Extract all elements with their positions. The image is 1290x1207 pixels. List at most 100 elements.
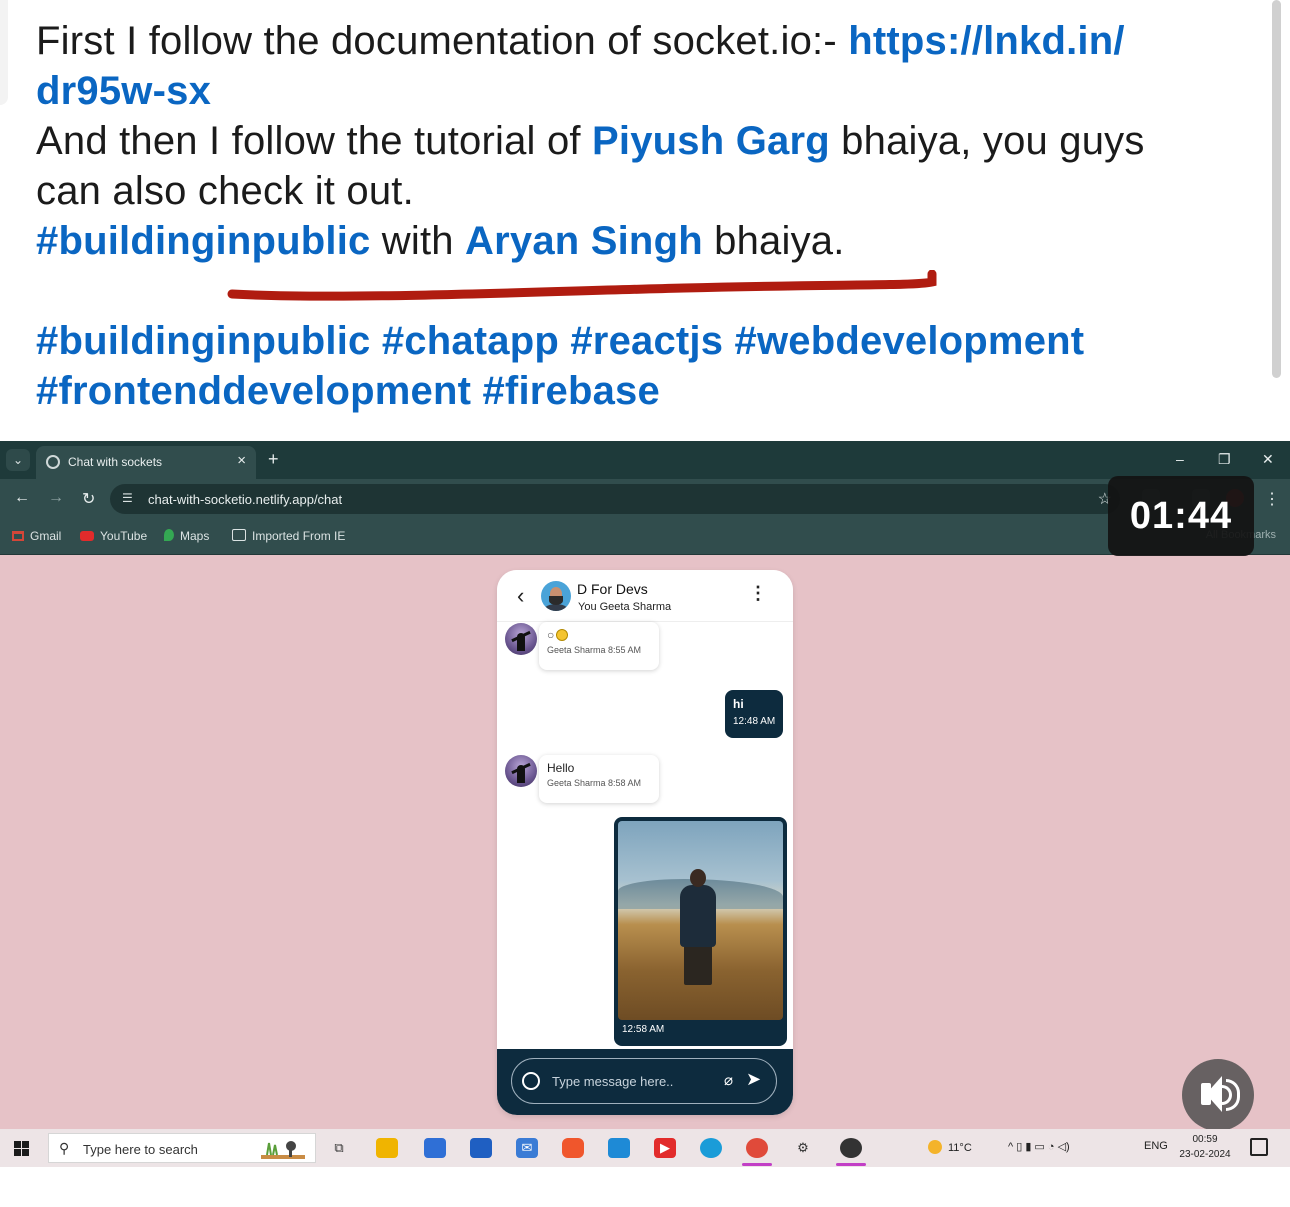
group-avatar[interactable] — [541, 581, 571, 611]
sender-avatar[interactable] — [505, 623, 537, 655]
video-player[interactable]: ⌄ Chat with sockets × + – ❐ ✕ ← → ↻ ☰ ch… — [0, 441, 1290, 1167]
hashtag[interactable]: #chatapp — [382, 319, 559, 363]
close-tab-icon[interactable]: × — [237, 452, 246, 469]
clock-date: 23-02-2024 — [1179, 1149, 1231, 1160]
maps-pin-icon — [164, 529, 174, 541]
more-menu-icon[interactable]: ⋮ — [1264, 489, 1280, 509]
tab-title: Chat with sockets — [68, 455, 163, 469]
documentation-link-continued[interactable]: dr95w-sx — [36, 69, 211, 113]
close-window-icon[interactable]: ✕ — [1262, 451, 1274, 468]
mention-piyush-garg[interactable]: Piyush Garg — [592, 119, 830, 163]
brave-browser-icon[interactable] — [562, 1138, 584, 1158]
settings-gear-icon[interactable]: ⚙ — [792, 1138, 814, 1158]
folder-icon — [232, 529, 246, 541]
task-view-icon[interactable]: ⧉ — [328, 1138, 350, 1158]
tab-search-button[interactable]: ⌄ — [6, 449, 30, 471]
windows-start-icon[interactable] — [14, 1141, 30, 1157]
bookmark-maps[interactable]: Maps — [164, 529, 209, 543]
red-annotation-underline — [227, 270, 937, 301]
youtube-app-icon[interactable]: ▶ — [654, 1138, 676, 1158]
mention-aryan-singh[interactable]: Aryan Singh — [465, 219, 703, 263]
group-name: D For Devs — [577, 581, 648, 597]
avatar-figure — [517, 765, 525, 783]
clock-time: 00:59 — [1192, 1134, 1218, 1145]
back-chevron-icon[interactable]: ‹ — [517, 583, 524, 609]
post-text-segment: First I follow the documentation of sock… — [36, 19, 849, 63]
post-line-1: First I follow the documentation of sock… — [36, 16, 1251, 66]
avatar-figure — [517, 633, 525, 651]
new-tab-icon[interactable]: + — [268, 449, 279, 470]
post-line-3: And then I follow the tutorial of Piyush… — [36, 116, 1251, 166]
message-input-placeholder: Type message here.. — [552, 1074, 674, 1089]
post-text-segment: can also check it out. — [36, 169, 414, 213]
post-line-5: #buildinginpublic with Aryan Singh bhaiy… — [36, 216, 1251, 266]
hashtags-line-2: #frontenddevelopment #firebase — [36, 366, 1251, 416]
globe-icon — [46, 455, 60, 469]
emoji-icon[interactable] — [522, 1072, 540, 1090]
message-input[interactable]: Type message here.. ⌀ ➤ — [511, 1058, 777, 1104]
shared-photo[interactable] — [618, 821, 783, 1020]
video-timer: 01:44 — [1108, 476, 1254, 556]
message-bubble-incoming[interactable]: ○ Geeta Sharma 8:55 AM — [539, 622, 659, 670]
message-bubble-outgoing[interactable]: hi 12:48 AM — [725, 690, 783, 738]
group-members: You Geeta Sharma — [578, 601, 672, 613]
mail-icon[interactable]: ✉ — [516, 1138, 538, 1158]
send-icon[interactable]: ➤ — [746, 1069, 761, 1090]
taskbar-search[interactable]: ⚲ Type here to search — [48, 1133, 316, 1163]
photo-person — [680, 885, 716, 947]
sender-avatar[interactable] — [505, 755, 537, 787]
scrollbar[interactable] — [1272, 0, 1281, 378]
back-arrow-icon[interactable]: ← — [14, 489, 30, 507]
bookmark-youtube[interactable]: YouTube — [80, 529, 147, 543]
bookmark-label: Gmail — [30, 529, 62, 543]
taskbar-clock[interactable]: 00:59 23-02-2024 — [1172, 1132, 1238, 1162]
youtube-icon — [80, 531, 94, 541]
hashtag[interactable]: #webdevelopment — [735, 319, 1085, 363]
left-edge-accent — [0, 0, 8, 105]
hashtag[interactable]: #reactjs — [570, 319, 723, 363]
widgets-icon[interactable] — [424, 1138, 446, 1158]
message-time: 12:48 AM — [733, 716, 776, 727]
vscode-icon[interactable] — [608, 1138, 630, 1158]
chat-menu-icon[interactable]: ⋮ — [749, 583, 767, 604]
site-settings-icon[interactable]: ☰ — [122, 491, 133, 505]
hashtag[interactable]: #frontenddevelopment — [36, 369, 471, 413]
restore-icon[interactable]: ❐ — [1218, 451, 1231, 468]
message-bubble-incoming[interactable]: Hello Geeta Sharma 8:58 AM — [539, 755, 659, 803]
bookmark-label: Imported From IE — [252, 529, 346, 543]
recorder-app-icon[interactable] — [836, 1138, 866, 1166]
volume-button[interactable] — [1182, 1059, 1254, 1131]
message-text: ○ — [547, 628, 651, 642]
reload-icon[interactable]: ↻ — [82, 489, 95, 509]
language-indicator[interactable]: ENG — [1144, 1140, 1168, 1152]
post-text-segment: And then I follow the tutorial of — [36, 119, 593, 163]
file-explorer-icon[interactable] — [376, 1138, 398, 1158]
hashtag[interactable]: #buildinginpublic — [36, 319, 370, 363]
message-image-outgoing[interactable]: 12:58 AM — [614, 817, 787, 1046]
post-footer-space — [0, 1167, 1290, 1207]
bookmark-imported[interactable]: Imported From IE — [232, 529, 345, 543]
minimize-icon[interactable]: – — [1176, 451, 1184, 467]
avatar-shirt — [544, 604, 568, 611]
chat-window: ‹ D For Devs You Geeta Sharma ⋮ ○ Geeta … — [497, 570, 793, 1115]
attachment-icon[interactable]: ⌀ — [724, 1071, 733, 1089]
address-bar[interactable]: ☰ chat-with-socketio.netlify.app/chat ☆ — [110, 484, 1120, 514]
post-text-segment: with — [370, 219, 466, 263]
chrome-icon[interactable] — [742, 1138, 772, 1166]
smiley-emoji-icon — [556, 629, 569, 641]
hashtag-buildinginpublic[interactable]: #buildinginpublic — [36, 219, 370, 263]
browser-tab[interactable]: Chat with sockets × — [36, 446, 256, 479]
forward-arrow-icon[interactable]: → — [48, 489, 64, 507]
message-text: Hello — [547, 761, 575, 775]
bookmark-gmail[interactable]: Gmail — [12, 529, 61, 543]
weather-widget[interactable]: 11°C — [928, 1140, 972, 1154]
bookmarks-bar: Gmail YouTube Maps Imported From IE All … — [0, 519, 1290, 555]
photo-person — [684, 945, 712, 985]
notification-icon[interactable] — [1250, 1138, 1268, 1156]
documentation-link[interactable]: https://lnkd.in/ — [848, 19, 1125, 63]
hashtag[interactable]: #firebase — [482, 369, 659, 413]
post-text-section: First I follow the documentation of sock… — [0, 0, 1290, 440]
store-icon[interactable] — [470, 1138, 492, 1158]
edge-icon[interactable] — [700, 1138, 722, 1158]
system-tray-icons[interactable]: ^ ▯ ▮ ▭ ◔ ◁) — [1008, 1140, 1070, 1153]
